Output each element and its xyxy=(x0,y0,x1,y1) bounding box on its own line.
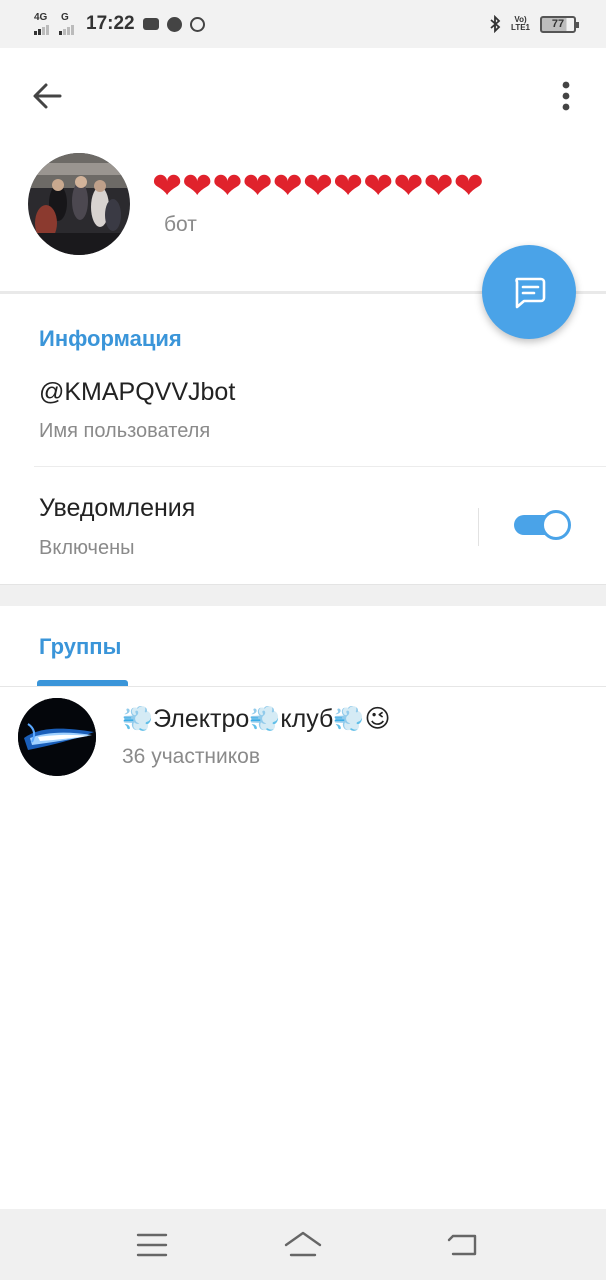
whatsapp-icon xyxy=(189,16,205,32)
battery-level: 77 xyxy=(551,18,565,30)
group-name-part-2: клуб xyxy=(280,705,334,733)
clock: 17:22 xyxy=(86,13,135,34)
network-label-2: G xyxy=(61,12,69,23)
group-avatar-photo xyxy=(18,698,96,776)
message-icon xyxy=(515,277,546,309)
more-options-button[interactable] xyxy=(552,78,580,114)
profile-name: ❤❤❤❤❤❤❤❤❤❤❤ xyxy=(152,165,484,206)
more-vertical-icon xyxy=(562,81,570,111)
toggle-divider xyxy=(478,508,479,546)
avatar-photo xyxy=(28,153,130,255)
send-message-button[interactable] xyxy=(482,245,576,339)
menu-icon xyxy=(136,1233,168,1257)
group-name: 💨Электро💨клуб💨😉 xyxy=(122,704,391,734)
arrow-left-icon xyxy=(33,83,62,109)
status-left: 4G G 17:22 xyxy=(34,12,205,35)
username-label: Имя пользователя xyxy=(39,420,211,442)
back-button[interactable] xyxy=(28,78,68,114)
notifications-label[interactable]: Уведомления xyxy=(39,494,195,523)
home-button[interactable] xyxy=(283,1227,323,1263)
ok-mail-icon xyxy=(142,18,159,30)
home-icon xyxy=(284,1231,322,1257)
dash-icon: 💨 xyxy=(122,705,154,733)
dash-icon: 💨 xyxy=(333,705,365,733)
telegram-icon xyxy=(166,16,182,32)
system-back-button[interactable] xyxy=(443,1227,483,1263)
groups-tab[interactable]: Группы xyxy=(39,634,121,660)
bluetooth-icon xyxy=(490,15,501,33)
notifications-toggle[interactable] xyxy=(514,510,571,540)
system-nav-bar xyxy=(0,1209,606,1280)
volte-line-2: LTE1 xyxy=(511,23,530,32)
toggle-knob xyxy=(541,510,571,540)
status-right: Vo) LTE1 77 xyxy=(489,15,579,33)
group-avatar xyxy=(18,698,96,776)
profile-avatar[interactable] xyxy=(28,153,130,255)
info-section: Информация @KMAPQVVJbot Имя пользователя… xyxy=(0,294,606,584)
wink-emoji-icon: 😉 xyxy=(364,705,391,733)
back-icon xyxy=(447,1234,477,1256)
row-divider xyxy=(34,466,606,467)
recent-apps-button[interactable] xyxy=(132,1227,172,1263)
group-member-count: 36 участников xyxy=(122,745,261,768)
signal-bars-icon xyxy=(34,25,49,35)
username-value[interactable]: @KMAPQVVJbot xyxy=(39,378,235,407)
signal-bars-icon xyxy=(59,25,74,35)
info-section-title: Информация xyxy=(39,326,182,351)
battery-icon: 77 xyxy=(540,15,579,33)
volte-indicator: Vo) LTE1 xyxy=(511,16,530,32)
profile-subtitle: бот xyxy=(164,213,197,236)
dash-icon: 💨 xyxy=(249,705,281,733)
group-name-part-1: Электро xyxy=(153,705,250,733)
list-item[interactable]: 💨Электро💨клуб💨😉 36 участников xyxy=(0,696,606,782)
status-bar: 4G G 17:22 Vo) LTE1 77 xyxy=(0,0,606,48)
section-gap xyxy=(0,584,606,606)
groups-section: Группы 💨Электро💨клуб💨😉 36 участников xyxy=(0,606,606,1209)
notifications-state: Включены xyxy=(39,537,135,559)
network-label-1: 4G xyxy=(34,12,48,23)
tab-underline xyxy=(0,686,606,687)
signal-g: G xyxy=(59,12,74,35)
signal-4g: 4G xyxy=(34,12,49,35)
